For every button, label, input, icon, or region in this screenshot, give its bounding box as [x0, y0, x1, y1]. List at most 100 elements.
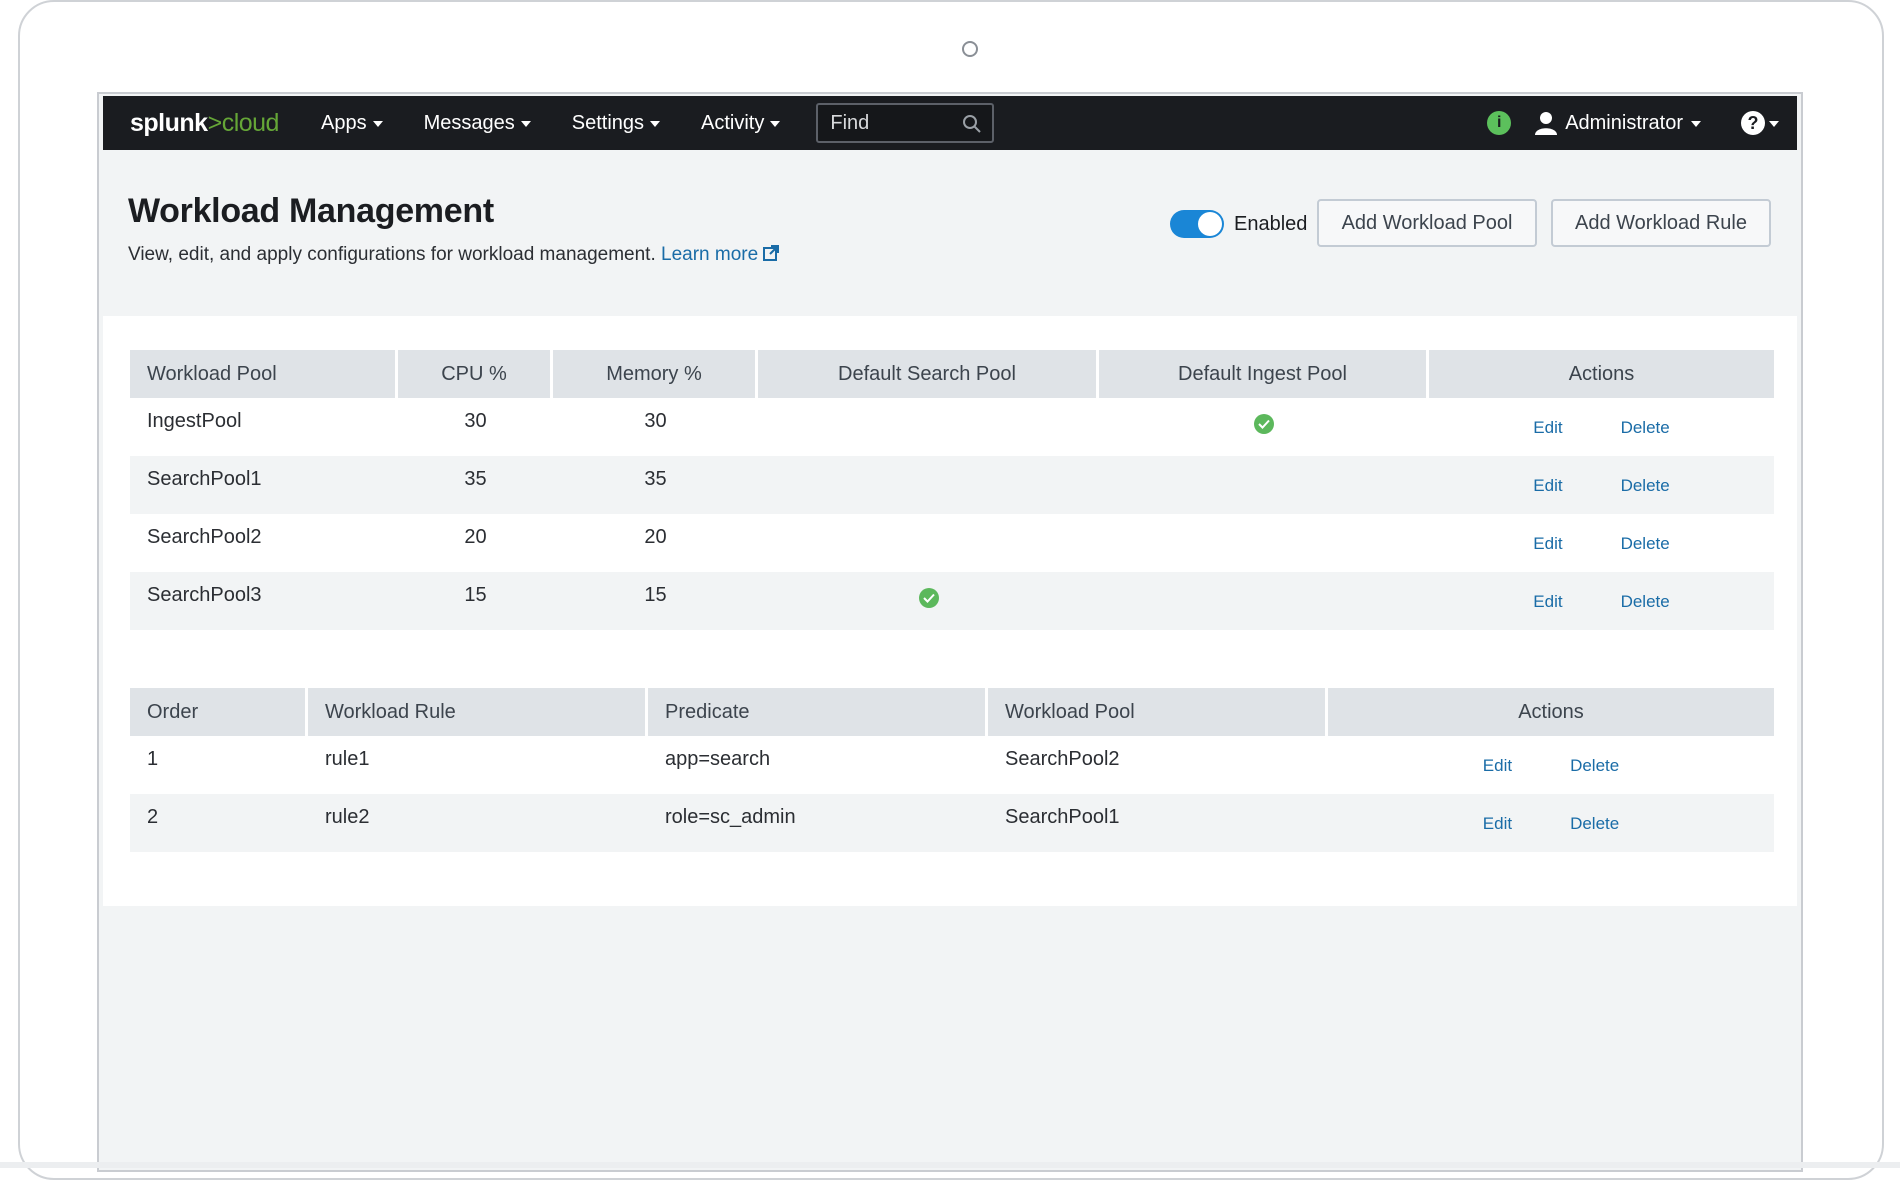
external-link-icon [763, 245, 780, 261]
column-header[interactable]: Predicate [648, 688, 988, 736]
pool-cpu: 30 [464, 410, 487, 432]
column-header[interactable]: CPU % [398, 350, 553, 398]
actions-cell: Edit Delete [1328, 736, 1774, 794]
help-menu[interactable]: ? [1741, 111, 1779, 135]
pool-cpu: 20 [464, 526, 487, 548]
search-input[interactable]: Find [816, 103, 995, 143]
topbar-right: i Administrator ? [1487, 111, 1779, 135]
nav-messages[interactable]: Messages [424, 112, 531, 135]
chevron-down-icon [770, 121, 781, 127]
workload-rules-table: Order Workload Rule Predicate Workload P… [130, 688, 1774, 852]
user-menu[interactable]: Administrator [1535, 111, 1701, 135]
learn-more-link[interactable]: Learn more [661, 244, 780, 265]
rule-pool: SearchPool2 [1005, 748, 1120, 770]
table-row: SearchPool2 20 20 Edit Delete [130, 514, 1774, 572]
pool-memory: 30 [644, 410, 667, 432]
pool-memory: 35 [644, 468, 667, 490]
default-ingest-cell [1099, 514, 1429, 572]
rule-predicate: role=sc_admin [665, 806, 796, 828]
table-row: 2 rule2 role=sc_admin SearchPool1 Edit D… [130, 794, 1774, 852]
default-ingest-cell [1099, 572, 1429, 630]
rule-name: rule1 [325, 748, 370, 770]
delete-link[interactable]: Delete [1621, 476, 1670, 496]
actions-cell: Edit Delete [1429, 456, 1774, 514]
camera-icon [962, 41, 978, 57]
column-header[interactable]: Default Ingest Pool [1099, 350, 1429, 398]
help-icon: ? [1741, 111, 1765, 135]
toggle-label: Enabled [1234, 212, 1308, 235]
table-row: 1 rule1 app=search SearchPool2 Edit Dele… [130, 736, 1774, 794]
default-search-cell [758, 572, 1099, 630]
nav-settings[interactable]: Settings [571, 111, 661, 135]
column-header[interactable]: Workload Pool [130, 350, 398, 398]
delete-link[interactable]: Delete [1621, 534, 1670, 554]
table-row: SearchPool3 15 15 Edit Delete [130, 572, 1774, 630]
enabled-toggle[interactable] [1170, 210, 1224, 238]
nav-settings-label: Settings [571, 111, 645, 134]
column-header: Actions [1328, 688, 1774, 736]
nav-activity-label: Activity [701, 111, 765, 134]
pool-name: SearchPool2 [147, 526, 262, 548]
edit-link[interactable]: Edit [1533, 592, 1562, 612]
default-ingest-cell [1099, 456, 1429, 514]
column-header[interactable]: Workload Rule [308, 688, 648, 736]
nav-messages-label: Messages [423, 111, 515, 134]
pool-name: SearchPool1 [147, 468, 262, 490]
table-header: Workload Pool CPU % Memory % Default Sea… [130, 350, 1774, 398]
delete-link[interactable]: Delete [1570, 814, 1619, 834]
pool-cpu: 15 [464, 584, 487, 606]
table-header: Order Workload Rule Predicate Workload P… [130, 688, 1774, 736]
default-search-cell [758, 398, 1099, 456]
learn-more-label: Learn more [661, 244, 759, 265]
nav-apps-label: Apps [321, 111, 367, 134]
chevron-down-icon [650, 121, 661, 127]
delete-link[interactable]: Delete [1621, 592, 1670, 612]
rule-name: rule2 [325, 806, 370, 828]
check-circle-icon [1254, 414, 1274, 434]
nav-apps[interactable]: Apps [321, 112, 383, 135]
splunk-cloud-logo[interactable]: splunk>cloud [130, 109, 280, 138]
search-icon [963, 115, 982, 133]
edit-link[interactable]: Edit [1533, 418, 1562, 438]
delete-link[interactable]: Delete [1621, 418, 1670, 438]
add-workload-rule-button[interactable]: Add Workload Rule [1551, 199, 1771, 247]
page-title: Workload Management [128, 192, 494, 230]
page-description-text: View, edit, and apply configurations for… [128, 244, 656, 265]
column-header: Actions [1429, 350, 1774, 398]
actions-cell: Edit Delete [1328, 794, 1774, 852]
pool-name: SearchPool3 [147, 584, 262, 606]
check-circle-icon [918, 588, 939, 608]
edit-link[interactable]: Edit [1483, 814, 1512, 834]
workload-pools-table: Workload Pool CPU % Memory % Default Sea… [130, 350, 1774, 630]
rule-pool: SearchPool1 [1005, 806, 1120, 828]
top-nav-bar: splunk>cloud Apps Messages Settings Acti… [103, 96, 1797, 150]
content-panel: Workload Pool CPU % Memory % Default Sea… [103, 316, 1797, 906]
default-ingest-cell [1099, 398, 1429, 456]
info-icon[interactable]: i [1487, 111, 1512, 135]
chevron-down-icon [1769, 121, 1779, 127]
edit-link[interactable]: Edit [1483, 756, 1512, 776]
pool-cpu: 35 [464, 468, 487, 490]
column-header[interactable]: Order [130, 688, 308, 736]
pool-name: IngestPool [147, 410, 242, 432]
column-header[interactable]: Workload Pool [988, 688, 1328, 736]
delete-link[interactable]: Delete [1570, 756, 1619, 776]
column-header[interactable]: Default Search Pool [758, 350, 1099, 398]
nav-activity[interactable]: Activity [701, 111, 781, 135]
column-header[interactable]: Memory % [553, 350, 758, 398]
enable-toggle-group: Enabled [1170, 210, 1307, 238]
screen: splunk>cloud Apps Messages Settings Acti… [97, 92, 1803, 1172]
rule-predicate: app=search [665, 748, 771, 770]
edit-link[interactable]: Edit [1533, 534, 1562, 554]
search-placeholder: Find [830, 111, 870, 134]
chevron-down-icon [520, 121, 531, 127]
table-row: SearchPool1 35 35 Edit Delete [130, 456, 1774, 514]
add-workload-pool-button[interactable]: Add Workload Pool [1317, 199, 1537, 247]
actions-cell: Edit Delete [1429, 572, 1774, 630]
edit-link[interactable]: Edit [1533, 476, 1562, 496]
default-search-cell [758, 514, 1099, 572]
user-icon [1535, 112, 1558, 135]
laptop-base-line [0, 1162, 1900, 1168]
actions-cell: Edit Delete [1429, 514, 1774, 572]
default-search-cell [758, 456, 1099, 514]
